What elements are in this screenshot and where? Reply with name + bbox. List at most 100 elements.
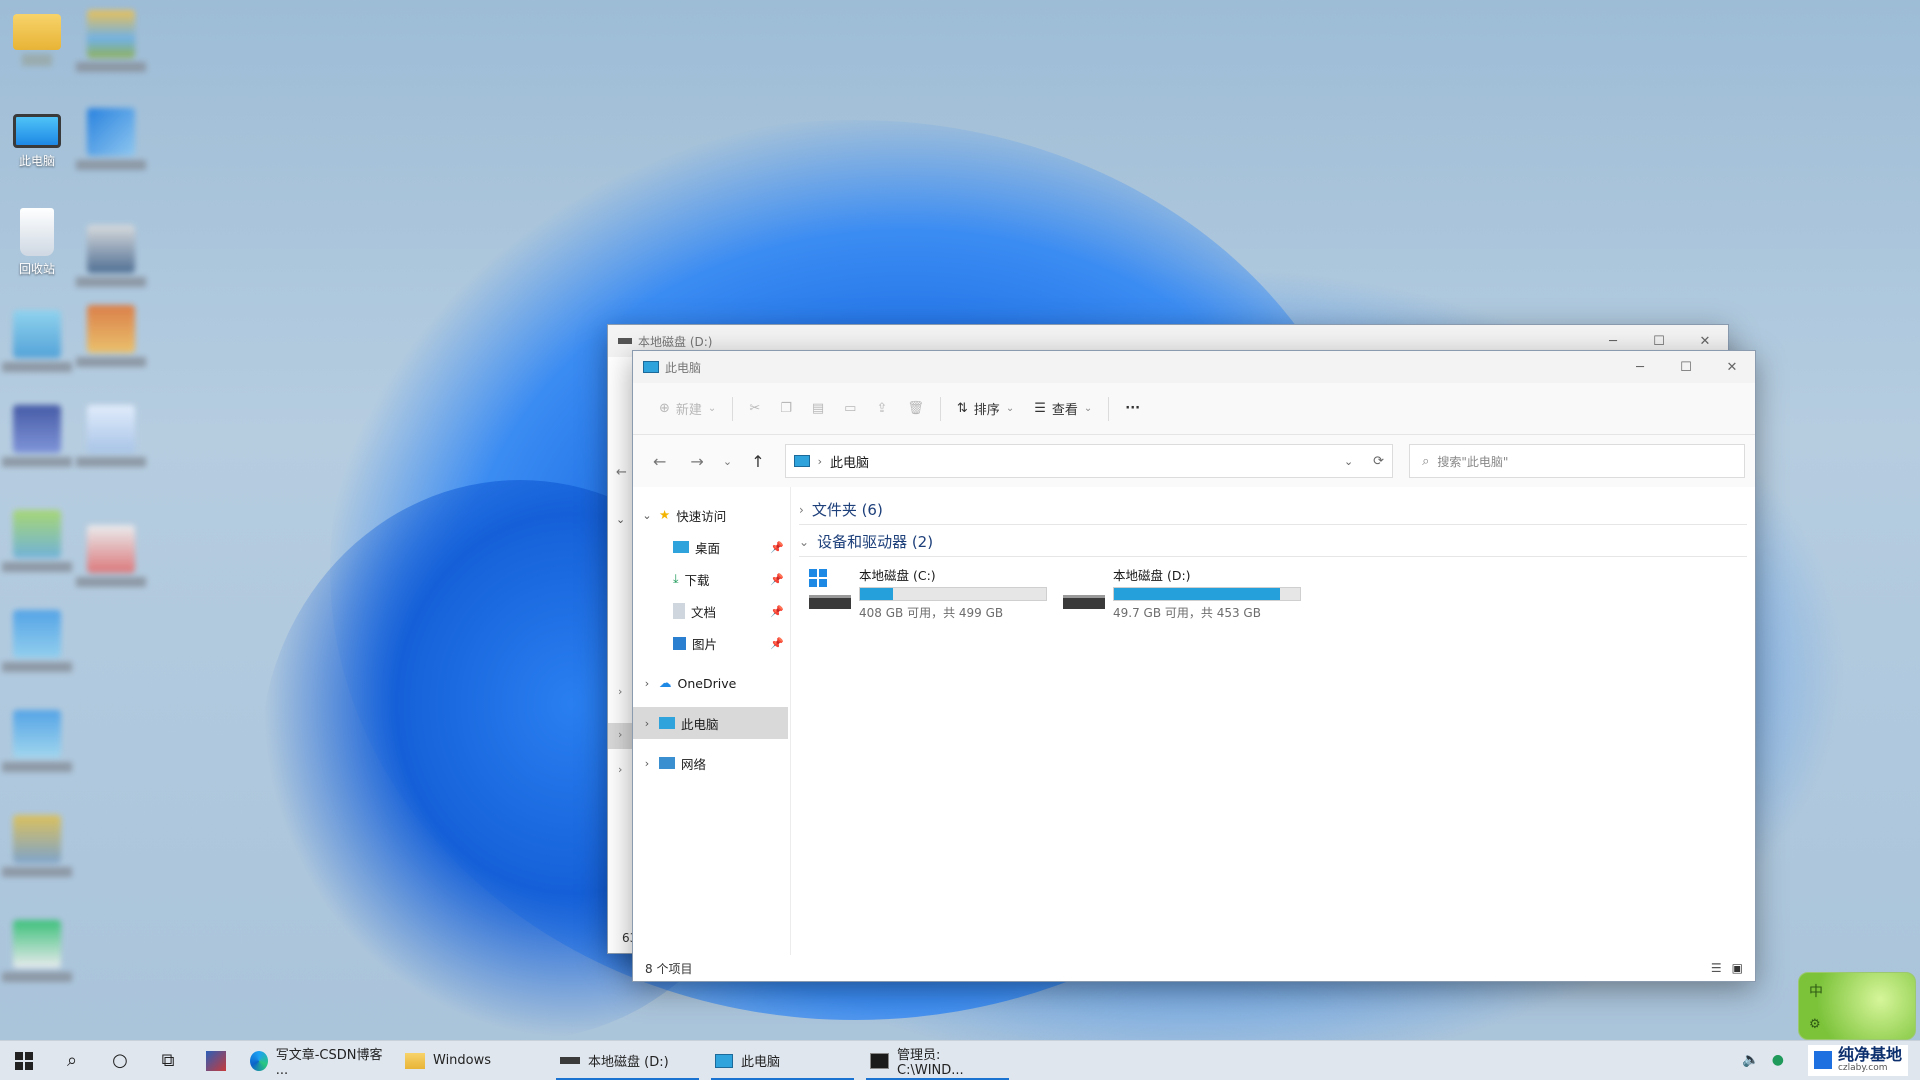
task-view-icon: ⧉ bbox=[161, 1050, 175, 1071]
window-titlebar[interactable]: 此电脑 ─ ☐ ✕ bbox=[633, 351, 1755, 383]
sidebar-item-network[interactable]: › 网络 bbox=[633, 747, 790, 779]
chevron-down-icon[interactable]: ⌄ bbox=[1344, 455, 1353, 468]
sidebar-item-desktop[interactable]: 桌面 📌 bbox=[633, 531, 790, 563]
desktop-icon-blurred[interactable] bbox=[76, 405, 146, 467]
sidebar-item-quick-access[interactable]: ⌄ ★ 快速访问 bbox=[633, 499, 790, 531]
circle-icon: ○ bbox=[112, 1050, 128, 1071]
sidebar-item-onedrive[interactable]: › ☁ OneDrive bbox=[633, 667, 790, 699]
network-status-icon[interactable]: ● bbox=[1772, 1052, 1784, 1068]
pin-icon[interactable]: 📌 bbox=[770, 573, 784, 586]
copy-icon: ❐ bbox=[780, 401, 792, 416]
sidebar-item-this-pc[interactable]: › 此电脑 bbox=[633, 707, 788, 739]
view-list-icon: ☰ bbox=[1034, 401, 1046, 416]
chevron-right-icon: › bbox=[799, 502, 804, 517]
back-window-title: 本地磁盘 (D:) bbox=[638, 334, 713, 349]
desktop-icon-blurred[interactable] bbox=[2, 310, 72, 372]
group-header-devices[interactable]: ⌄ 设备和驱动器 (2) bbox=[799, 527, 1747, 557]
chevron-right-icon[interactable]: › bbox=[618, 763, 622, 776]
volume-icon[interactable]: 🔈 bbox=[1742, 1052, 1759, 1068]
chevron-down-icon[interactable]: ⌄ bbox=[616, 513, 625, 526]
pinned-app-button[interactable] bbox=[192, 1041, 240, 1080]
chevron-down-icon[interactable]: ⌄ bbox=[639, 509, 655, 522]
search-button[interactable]: ⌕ bbox=[48, 1041, 96, 1080]
task-d-drive[interactable]: 本地磁盘 (D:) bbox=[550, 1041, 705, 1080]
pin-icon[interactable]: 📌 bbox=[770, 637, 784, 650]
desktop-icon-blurred[interactable] bbox=[76, 225, 146, 287]
desktop-icon-this-pc[interactable]: 此电脑 bbox=[2, 108, 72, 169]
trash-icon: 🗑 bbox=[907, 401, 924, 416]
chevron-right-icon[interactable]: › bbox=[639, 757, 655, 770]
paste-button[interactable]: ▤ bbox=[802, 392, 834, 426]
folder-icon bbox=[13, 14, 61, 50]
ime-widget[interactable]: 中 ⚙ bbox=[1798, 972, 1916, 1040]
desktop-icon-blurred[interactable] bbox=[76, 108, 146, 170]
desktop-icon-recycle-bin[interactable]: 回收站 bbox=[2, 208, 72, 277]
close-button[interactable]: ✕ bbox=[1709, 351, 1755, 383]
desktop-icon-folder[interactable] bbox=[2, 8, 72, 66]
search-box[interactable]: ⌕ 搜索"此电脑" bbox=[1409, 444, 1745, 478]
breadcrumb-chevron-icon[interactable]: › bbox=[818, 455, 822, 468]
drive-tile-c[interactable]: 本地磁盘 (C:) 408 GB 可用，共 499 GB bbox=[809, 565, 1049, 625]
view-button[interactable]: ☰ 查看 ⌄ bbox=[1024, 392, 1102, 426]
explorer-window[interactable]: 此电脑 ─ ☐ ✕ ⊕ 新建 ⌄ ✂ ❐ ▤ ▭ ⇪ 🗑 ⇅ 排序 ⌄ ☰ 查看… bbox=[632, 350, 1756, 982]
cortana-button[interactable]: ○ bbox=[96, 1041, 144, 1080]
cut-button[interactable]: ✂ bbox=[739, 392, 770, 426]
new-button[interactable]: ⊕ 新建 ⌄ bbox=[649, 392, 726, 426]
forward-arrow-icon: → bbox=[690, 451, 704, 471]
desktop-icon-blurred[interactable] bbox=[76, 525, 146, 587]
chevron-right-icon[interactable]: › bbox=[618, 685, 622, 698]
breadcrumb-this-pc[interactable]: 此电脑 bbox=[830, 452, 869, 471]
group-header-folders[interactable]: › 文件夹 (6) bbox=[799, 495, 1747, 525]
task-windows-folder[interactable]: Windows bbox=[395, 1041, 550, 1080]
forward-button[interactable]: → bbox=[680, 444, 713, 478]
address-bar[interactable]: › 此电脑 ⌄ ⟳ bbox=[784, 444, 1394, 478]
rename-button[interactable]: ▭ bbox=[834, 392, 866, 426]
delete-button[interactable]: 🗑 bbox=[897, 392, 934, 426]
desktop-icon-blurred[interactable] bbox=[2, 815, 72, 877]
task-view-button[interactable]: ⧉ bbox=[144, 1041, 192, 1080]
refresh-icon[interactable]: ⟳ bbox=[1373, 454, 1384, 469]
pin-icon[interactable]: 📌 bbox=[770, 605, 784, 618]
chevron-right-icon[interactable]: › bbox=[639, 717, 655, 730]
desktop-icon-blurred[interactable] bbox=[2, 510, 72, 572]
desktop-icon-blurred[interactable] bbox=[2, 610, 72, 672]
recent-locations-button[interactable]: ⌄ bbox=[718, 444, 738, 478]
tiles-view-icon[interactable]: ▣ bbox=[1732, 961, 1743, 975]
desktop-icon-blurred[interactable] bbox=[2, 710, 72, 772]
start-button[interactable] bbox=[0, 1041, 48, 1080]
sidebar-item-pictures[interactable]: 图片 📌 bbox=[633, 627, 790, 659]
picture-icon bbox=[673, 636, 686, 650]
up-button[interactable]: ↑ bbox=[741, 444, 774, 478]
gear-icon[interactable]: ⚙ bbox=[1809, 1017, 1821, 1032]
divider bbox=[732, 396, 734, 421]
back-button[interactable]: ← bbox=[643, 444, 676, 478]
sidebar-item-documents[interactable]: 文档 📌 bbox=[633, 595, 790, 627]
system-tray: 🔈 ● 纯净基地 czlaby.com bbox=[1742, 1045, 1920, 1076]
task-this-pc[interactable]: 此电脑 bbox=[705, 1041, 860, 1080]
details-view-icon[interactable]: ☰ bbox=[1711, 961, 1722, 975]
terminal-icon bbox=[870, 1052, 890, 1069]
copy-button[interactable]: ❐ bbox=[770, 392, 802, 426]
maximize-button[interactable]: ☐ bbox=[1663, 351, 1709, 383]
more-options-button[interactable]: ··· bbox=[1115, 392, 1150, 426]
this-pc-icon bbox=[793, 455, 810, 467]
drive-space-info: 49.7 GB 可用，共 453 GB bbox=[1113, 606, 1261, 620]
desktop-icon-blurred[interactable] bbox=[2, 405, 72, 467]
pin-icon[interactable]: 📌 bbox=[770, 541, 784, 554]
share-button[interactable]: ⇪ bbox=[866, 392, 897, 426]
drive-tile-d[interactable]: 本地磁盘 (D:) 49.7 GB 可用，共 453 GB bbox=[1063, 565, 1303, 625]
item-count: 8 个项目 bbox=[645, 961, 693, 976]
desktop-icon-blurred[interactable] bbox=[2, 920, 72, 982]
sort-button[interactable]: ⇅ 排序 ⌄ bbox=[947, 392, 1024, 426]
desktop-icon-blurred[interactable] bbox=[76, 10, 146, 72]
task-edge[interactable]: 写文章-CSDN博客 ... bbox=[240, 1041, 395, 1080]
paste-icon: ▤ bbox=[811, 401, 825, 416]
drive-icon bbox=[1063, 569, 1105, 611]
desktop-icon-blurred[interactable] bbox=[76, 305, 146, 367]
back-arrow-icon[interactable]: ← bbox=[616, 465, 627, 480]
chevron-right-icon[interactable]: › bbox=[639, 677, 655, 690]
task-terminal[interactable]: 管理员: C:\WIND... bbox=[860, 1041, 1015, 1080]
sidebar-item-downloads[interactable]: ⤓ 下载 📌 bbox=[633, 563, 790, 595]
minimize-button[interactable]: ─ bbox=[1617, 351, 1663, 383]
divider bbox=[939, 396, 941, 421]
